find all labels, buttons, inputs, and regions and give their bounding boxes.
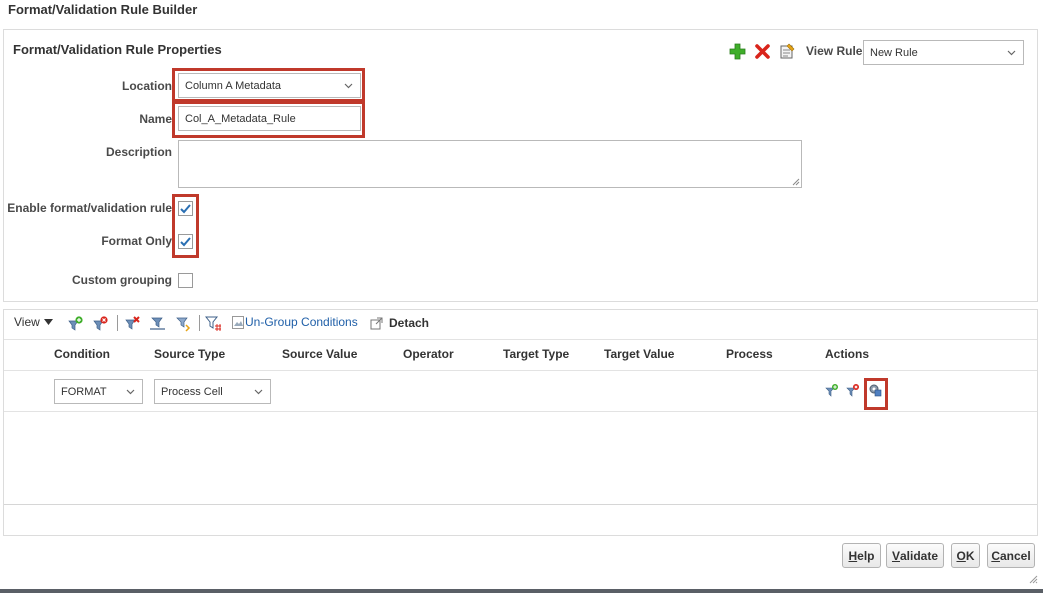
cancel-button[interactable]: Cancel — [987, 543, 1035, 568]
column-header-operator[interactable]: Operator — [403, 347, 454, 361]
chevron-down-icon — [344, 83, 353, 91]
caret-down-icon — [43, 319, 53, 325]
group-icon[interactable] — [149, 315, 166, 332]
name-label: Name — [139, 112, 172, 126]
edit-icon[interactable] — [779, 43, 796, 60]
detach-icon — [370, 317, 383, 329]
view-menu[interactable]: View — [14, 315, 53, 329]
column-header-actions[interactable]: Actions — [825, 347, 869, 361]
column-header-source-type[interactable]: Source Type — [154, 347, 225, 361]
column-header-source-value[interactable]: Source Value — [282, 347, 357, 361]
header-divider — [4, 370, 1037, 371]
delete-condition-icon[interactable] — [92, 315, 109, 332]
delete-icon[interactable] — [754, 43, 771, 60]
chevron-down-icon — [1007, 50, 1016, 58]
help-label: elp — [857, 548, 875, 563]
condition-value: FORMAT — [61, 385, 107, 398]
section-title: Format/Validation Rule Properties — [13, 42, 222, 57]
column-header-target-value[interactable]: Target Value — [604, 347, 674, 361]
detach-button[interactable]: Detach — [370, 316, 429, 330]
add-condition-row-icon[interactable] — [825, 383, 839, 397]
window-resize-grip-icon[interactable] — [1028, 574, 1038, 584]
conditions-panel — [3, 309, 1038, 536]
add-condition-icon[interactable] — [67, 315, 84, 332]
chevron-down-icon — [126, 389, 135, 397]
name-input[interactable]: Col_A_Metadata_Rule — [178, 106, 361, 131]
help-mnemonic: H — [848, 548, 858, 563]
chevron-down-icon — [254, 389, 263, 397]
ungroup-icon[interactable] — [174, 315, 191, 332]
row-divider — [4, 411, 1037, 412]
format-only-checkbox[interactable] — [178, 234, 193, 249]
toolbar-separator — [199, 315, 200, 331]
description-label: Description — [105, 145, 172, 159]
ok-mnemonic: O — [956, 548, 966, 563]
validate-mnemonic: V — [891, 548, 900, 563]
source-type-value: Process Cell — [161, 385, 223, 398]
checkmark-icon — [180, 237, 191, 247]
filter-icon[interactable] — [205, 315, 222, 332]
validate-button[interactable]: Validate — [886, 543, 944, 568]
location-label: Location — [122, 79, 172, 93]
cancel-mnemonic: C — [991, 548, 1000, 563]
format-only-label: Format Only — [101, 234, 172, 248]
help-button[interactable]: Help — [842, 543, 881, 568]
validate-label: alidate — [900, 548, 939, 563]
name-value: Col_A_Metadata_Rule — [185, 112, 296, 125]
custom-grouping-label: Custom grouping — [72, 273, 172, 287]
cancel-label: ancel — [999, 548, 1031, 563]
add-icon[interactable] — [729, 43, 746, 60]
column-header-target-type[interactable]: Target Type — [503, 347, 569, 361]
ungroup-conditions-link[interactable]: Un-Group Conditions — [232, 315, 358, 329]
delete-group-icon[interactable] — [124, 315, 141, 332]
custom-grouping-checkbox[interactable] — [178, 273, 193, 288]
ungroup-conditions-label: Un-Group Conditions — [245, 315, 358, 329]
enable-rule-checkbox[interactable] — [178, 201, 193, 216]
broken-image-icon — [232, 316, 244, 329]
ok-label: K — [965, 548, 975, 563]
location-value: Column A Metadata — [185, 79, 282, 92]
source-type-select[interactable]: Process Cell — [154, 379, 271, 404]
window-title: Format/Validation Rule Builder — [8, 2, 198, 17]
view-menu-label: View — [14, 315, 40, 329]
grid-footer-divider — [4, 504, 1037, 505]
resize-grip-icon[interactable] — [792, 178, 800, 186]
window-bottom-bar — [0, 589, 1043, 593]
view-rule-select[interactable]: New Rule — [863, 40, 1024, 65]
condition-select[interactable]: FORMAT — [54, 379, 143, 404]
detach-label: Detach — [389, 316, 430, 330]
ok-button[interactable]: OK — [951, 543, 980, 568]
column-header-condition[interactable]: Condition — [54, 347, 110, 361]
delete-condition-row-icon[interactable] — [846, 383, 860, 397]
checkmark-icon — [180, 204, 191, 214]
description-textarea[interactable] — [178, 140, 802, 188]
location-select[interactable]: Column A Metadata — [178, 73, 361, 98]
toolbar-separator — [117, 315, 118, 331]
process-settings-icon[interactable] — [868, 383, 882, 397]
view-rule-value: New Rule — [870, 46, 918, 59]
column-header-process[interactable]: Process — [726, 347, 773, 361]
toolbar-divider — [4, 339, 1037, 340]
enable-rule-label: Enable format/validation rule — [7, 201, 172, 215]
view-rule-label: View Rule — [806, 44, 863, 58]
